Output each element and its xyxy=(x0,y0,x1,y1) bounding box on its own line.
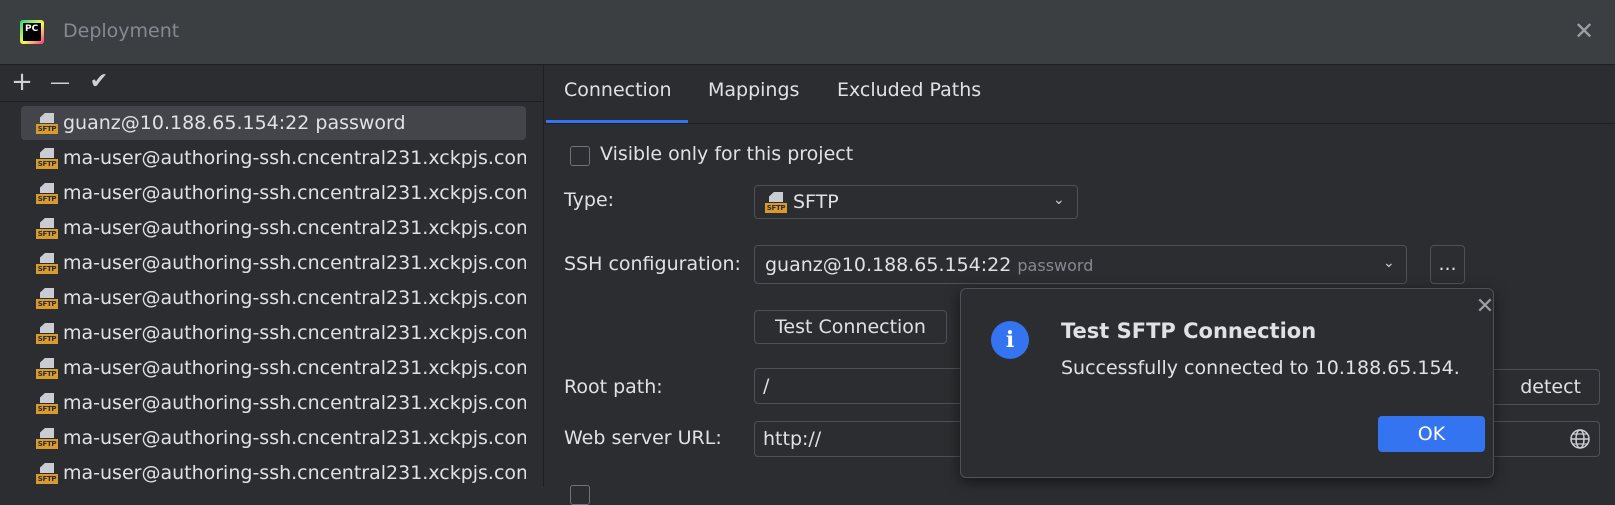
server-list-item[interactable]: SFTP ma-user@authoring-ssh.cncentral231.x… xyxy=(21,456,526,487)
sftp-icon: SFTP xyxy=(36,393,58,415)
server-toolbar: + — ✔ xyxy=(0,65,543,102)
popup-message: Successfully connected to 10.188.65.154. xyxy=(1061,357,1460,379)
set-default-server-button[interactable]: ✔ xyxy=(84,67,114,97)
tab-connection[interactable]: Connection xyxy=(564,79,672,101)
type-dropdown[interactable]: SFTP SFTP ⌄ xyxy=(754,185,1078,219)
server-label: ma-user@authoring-ssh.cncentral231.xckpj… xyxy=(63,322,526,344)
server-label: ma-user@authoring-ssh.cncentral231.xckpj… xyxy=(63,182,526,204)
sftp-icon: SFTP xyxy=(36,183,58,205)
close-window-icon[interactable]: ✕ xyxy=(1571,18,1597,44)
sftp-icon: SFTP xyxy=(36,113,58,135)
server-list-item[interactable]: SFTP ma-user@authoring-ssh.cncentral231.x… xyxy=(21,176,526,210)
root-path-label: Root path: xyxy=(564,376,663,398)
sftp-icon: SFTP xyxy=(36,428,58,450)
server-list-item[interactable]: SFTP ma-user@authoring-ssh.cncentral231.x… xyxy=(21,316,526,350)
sftp-icon: SFTP xyxy=(36,358,58,380)
web-server-url-label: Web server URL: xyxy=(564,427,722,449)
autodetect-button[interactable]: detect xyxy=(1484,369,1600,405)
server-list-item[interactable]: SFTP ma-user@authoring-ssh.cncentral231.x… xyxy=(21,421,526,455)
window-title: Deployment xyxy=(63,20,180,42)
type-value: SFTP xyxy=(793,191,839,213)
test-connection-popup: i Test SFTP Connection Successfully conn… xyxy=(960,288,1494,478)
pycharm-logo-icon xyxy=(20,20,44,44)
remove-server-button[interactable]: — xyxy=(45,67,75,97)
ssh-configuration-value: guanz@10.188.65.154:22 xyxy=(765,254,1012,276)
ok-button[interactable]: OK xyxy=(1378,416,1485,452)
sftp-icon: SFTP xyxy=(36,148,58,170)
open-in-browser-globe-icon[interactable] xyxy=(1569,428,1591,450)
server-label: ma-user@authoring-ssh.cncentral231.xckpj… xyxy=(63,287,526,309)
popup-title: Test SFTP Connection xyxy=(1061,319,1317,343)
server-label: ma-user@authoring-ssh.cncentral231.xckpj… xyxy=(63,427,526,449)
ssh-configuration-more-button[interactable]: ... xyxy=(1430,245,1465,284)
tab-mappings[interactable]: Mappings xyxy=(708,79,799,101)
chevron-down-icon: ⌄ xyxy=(1383,255,1395,271)
active-tab-indicator xyxy=(546,120,688,123)
server-list-item[interactable]: SFTP ma-user@authoring-ssh.cncentral231.x… xyxy=(21,281,526,315)
visible-only-label: Visible only for this project xyxy=(600,143,854,165)
close-popup-icon[interactable]: ✕ xyxy=(1475,296,1495,318)
sftp-icon: SFTP xyxy=(36,253,58,275)
partial-checkbox[interactable] xyxy=(570,485,590,505)
server-list-item[interactable]: SFTP ma-user@authoring-ssh.cncentral231.x… xyxy=(21,211,526,245)
server-list-item[interactable]: SFTP ma-user@authoring-ssh.cncentral231.x… xyxy=(21,386,526,420)
server-list-item[interactable]: SFTP guanz@10.188.65.154:22 password xyxy=(21,106,526,140)
visible-only-checkbox[interactable] xyxy=(570,146,590,166)
sftp-icon: SFTP xyxy=(36,323,58,345)
tab-excluded-paths[interactable]: Excluded Paths xyxy=(837,79,981,101)
title-bar: Deployment ✕ xyxy=(0,0,1615,65)
sftp-icon: SFTP xyxy=(765,192,787,214)
server-label: guanz@10.188.65.154:22 password xyxy=(63,112,406,134)
type-label: Type: xyxy=(564,189,615,211)
chevron-down-icon: ⌄ xyxy=(1053,192,1065,208)
test-connection-button[interactable]: Test Connection xyxy=(754,310,947,344)
ssh-auth-hint: password xyxy=(1017,256,1094,275)
root-path-input[interactable]: / xyxy=(754,368,984,404)
server-label: ma-user@authoring-ssh.cncentral231.xckpj… xyxy=(63,217,526,239)
sftp-icon: SFTP xyxy=(36,288,58,310)
ssh-configuration-dropdown[interactable]: guanz@10.188.65.154:22 password ⌄ xyxy=(754,245,1407,284)
settings-tabs: Connection Mappings Excluded Paths xyxy=(544,65,1615,124)
root-path-value: / xyxy=(763,375,770,397)
ssh-configuration-label: SSH configuration: xyxy=(564,253,741,275)
sftp-icon: SFTP xyxy=(36,463,58,485)
sftp-icon: SFTP xyxy=(36,218,58,240)
server-label: ma-user@authoring-ssh.cncentral231.xckpj… xyxy=(63,147,526,169)
web-server-url-value: http:// xyxy=(763,428,822,450)
info-icon: i xyxy=(991,321,1029,359)
server-label: ma-user@authoring-ssh.cncentral231.xckpj… xyxy=(63,252,526,274)
server-label: ma-user@authoring-ssh.cncentral231.xckpj… xyxy=(63,357,526,379)
server-label: ma-user@authoring-ssh.cncentral231.xckpj… xyxy=(63,462,526,484)
server-list-item[interactable]: SFTP ma-user@authoring-ssh.cncentral231.x… xyxy=(21,141,526,175)
server-label: ma-user@authoring-ssh.cncentral231.xckpj… xyxy=(63,392,526,414)
add-server-button[interactable]: + xyxy=(7,67,37,97)
server-list-panel: + — ✔ SFTP guanz@10.188.65.154:22 passwor… xyxy=(0,65,544,487)
server-list-item[interactable]: SFTP ma-user@authoring-ssh.cncentral231.x… xyxy=(21,351,526,385)
server-list-item[interactable]: SFTP ma-user@authoring-ssh.cncentral231.x… xyxy=(21,246,526,280)
